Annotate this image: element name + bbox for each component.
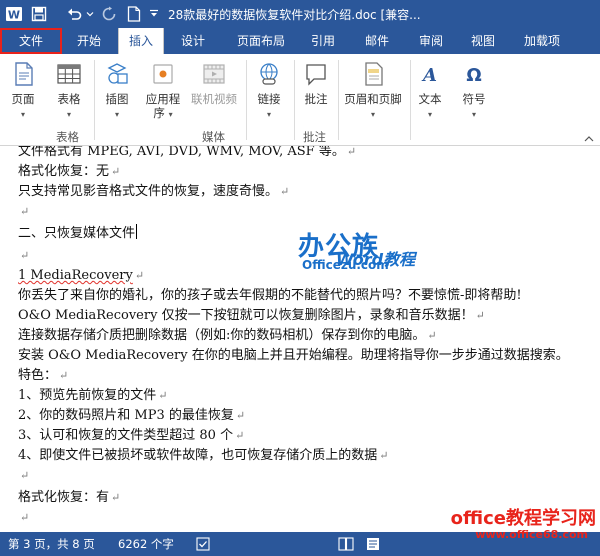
proofing-icon[interactable] bbox=[196, 537, 210, 554]
ribbon-tab-bar: 文件 开始 插入 设计 页面布局 引用 邮件 审阅 视图 加载项 bbox=[0, 28, 600, 55]
doc-line-10: 连接数据存储介质把删除数据（例如:你的数码相机）保存到你的电脑。 ↵ bbox=[18, 328, 437, 343]
page-count[interactable]: 第 3 页，共 8 页 bbox=[8, 536, 95, 552]
group-separator bbox=[94, 60, 95, 140]
document-body[interactable]: 文件格式有 MPEG, AVI, DVD, WMV, MOV, ASF 等。 ↵ … bbox=[0, 146, 600, 532]
pages-button[interactable]: 页面 ▾ bbox=[4, 58, 42, 120]
doc-line-18: 格式化恢复：有 ↵ bbox=[18, 490, 121, 505]
group-separator bbox=[338, 60, 339, 140]
doc-line-4: ↵ bbox=[20, 205, 30, 218]
doc-line-15: 3、认可和恢复的文件类型超过 80 个 ↵ bbox=[18, 428, 245, 443]
links-button[interactable]: 链接 ▾ bbox=[250, 58, 288, 120]
doc-line-3: 只支持常见影音格式文件的恢复，速度奇慢。 ↵ bbox=[18, 184, 290, 199]
apps-button[interactable]: 应用程序 ▾ bbox=[142, 58, 184, 120]
group-label-media: 媒体 bbox=[202, 130, 225, 144]
illustrations-button[interactable]: 插图 ▾ bbox=[98, 58, 136, 120]
tab-view[interactable]: 视图 bbox=[462, 28, 504, 54]
online-video-button[interactable]: 联机视频 bbox=[188, 58, 240, 120]
doc-line-5: 二、只恢复媒体文件 bbox=[18, 224, 138, 241]
doc-line-16: 4、即使文件已被损坏或软件故障，也可恢复存储介质上的数据 ↵ bbox=[18, 448, 389, 463]
comment-icon bbox=[306, 64, 326, 86]
group-separator bbox=[246, 60, 247, 140]
header-footer-icon bbox=[365, 62, 383, 86]
doc-line-9: O&O MediaRecovery 仅按一下按钮就可以恢复删除图片，录象和音乐数… bbox=[18, 308, 485, 323]
link-icon bbox=[260, 63, 278, 85]
redo-icon[interactable] bbox=[98, 3, 120, 25]
doc-line-14: 2、你的数码照片和 MP3 的最佳恢复 ↵ bbox=[18, 408, 246, 423]
print-layout-icon[interactable] bbox=[366, 537, 380, 554]
doc-line-1: 文件格式有 MPEG, AVI, DVD, WMV, MOV, ASF 等。 ↵ bbox=[18, 146, 357, 159]
links-label: 链接 ▾ bbox=[257, 92, 281, 119]
tab-mailings[interactable]: 邮件 bbox=[356, 28, 398, 54]
doc-line-2: 格式化恢复：无 ↵ bbox=[18, 164, 121, 179]
save-icon[interactable] bbox=[28, 3, 50, 25]
text-icon: A bbox=[421, 65, 437, 86]
tab-review[interactable]: 审阅 bbox=[410, 28, 452, 54]
window-title: 28款最好的数据恢复软件对比介绍.doc [兼容... bbox=[168, 7, 421, 22]
tab-page-layout[interactable]: 页面布局 bbox=[228, 28, 294, 54]
omega-icon: Ω bbox=[466, 65, 481, 86]
doc-line-17: ↵ bbox=[20, 469, 30, 482]
group-separator bbox=[294, 60, 295, 140]
svg-text:Ω: Ω bbox=[466, 65, 481, 86]
online-video-icon bbox=[203, 64, 225, 84]
tab-insert[interactable]: 插入 bbox=[118, 28, 164, 55]
comment-label: 批注 bbox=[304, 92, 328, 106]
pages-label: 页面 ▾ bbox=[11, 92, 35, 119]
doc-line-7: 1 MediaRecovery ↵ bbox=[18, 268, 145, 283]
customize-qat-icon[interactable] bbox=[148, 3, 160, 25]
header-footer-button[interactable]: 页眉和页脚 ▾ bbox=[340, 58, 406, 120]
table-icon bbox=[57, 64, 81, 84]
table-label: 表格 ▾ bbox=[57, 92, 81, 119]
apps-icon bbox=[153, 64, 173, 84]
doc-line-6: ↵ bbox=[20, 249, 30, 262]
watermark-subtitle: Word教程 bbox=[336, 250, 416, 269]
svg-text:W: W bbox=[8, 9, 20, 22]
word-count[interactable]: 6262 个字 bbox=[118, 536, 174, 552]
undo-dropdown-icon[interactable] bbox=[85, 3, 95, 25]
table-button[interactable]: 表格 ▾ bbox=[50, 58, 88, 120]
ribbon-insert: 页面 ▾ 表格 ▾ 表格 插图 ▾ 应用程序 ▾ 联机视频 媒体 链接 ▾ 批注 批注 … bbox=[0, 54, 600, 146]
title-bar: W 28款最好的数据恢复软件对比介绍.doc [兼容... bbox=[0, 0, 600, 28]
word-app-icon[interactable]: W bbox=[3, 3, 25, 25]
doc-line-19: ↵ bbox=[20, 511, 30, 524]
group-separator bbox=[410, 60, 411, 140]
tab-references[interactable]: 引用 bbox=[302, 28, 344, 54]
text-button[interactable]: A 文本 ▾ bbox=[412, 58, 448, 120]
comment-button[interactable]: 批注 bbox=[298, 58, 334, 120]
tab-addins[interactable]: 加载项 bbox=[514, 28, 570, 54]
undo-icon[interactable] bbox=[63, 3, 85, 25]
collapse-ribbon-icon[interactable] bbox=[584, 132, 594, 146]
page-icon bbox=[15, 62, 33, 86]
read-mode-icon[interactable] bbox=[338, 537, 354, 554]
tab-home[interactable]: 开始 bbox=[68, 28, 110, 54]
tab-design[interactable]: 设计 bbox=[170, 28, 216, 54]
new-document-icon[interactable] bbox=[123, 3, 145, 25]
doc-line-11: 安装 O&O MediaRecovery 在你的电脑上并且开始编程。助理将指导你… bbox=[18, 348, 569, 363]
doc-line-8: 你丢失了来自你的婚礼，你的孩子或去年假期的不能替代的照片吗？不要惊慌-即将帮助! bbox=[18, 288, 522, 303]
svg-text:A: A bbox=[421, 65, 437, 86]
text-label: 文本 ▾ bbox=[418, 92, 442, 119]
doc-line-13: 1、预览先前恢复的文件 ↵ bbox=[18, 388, 168, 403]
symbols-label: 符号 ▾ bbox=[462, 92, 486, 119]
tab-file[interactable]: 文件 bbox=[0, 28, 62, 54]
illustrations-label: 插图 ▾ bbox=[105, 92, 129, 119]
brand-url: www.office68.com bbox=[475, 528, 588, 541]
illustrations-icon bbox=[107, 63, 128, 84]
doc-line-12: 特色： ↵ bbox=[18, 368, 69, 383]
apps-label: 应用程序 ▾ bbox=[145, 92, 181, 120]
brand-watermark: office教程学习网 bbox=[450, 508, 596, 529]
header-footer-label: 页眉和页脚 ▾ bbox=[344, 92, 402, 119]
group-label-comment: 批注 bbox=[303, 130, 326, 144]
online-video-label: 联机视频 bbox=[191, 92, 237, 106]
symbols-button[interactable]: Ω 符号 ▾ bbox=[456, 58, 492, 120]
group-label-table: 表格 bbox=[56, 130, 79, 144]
